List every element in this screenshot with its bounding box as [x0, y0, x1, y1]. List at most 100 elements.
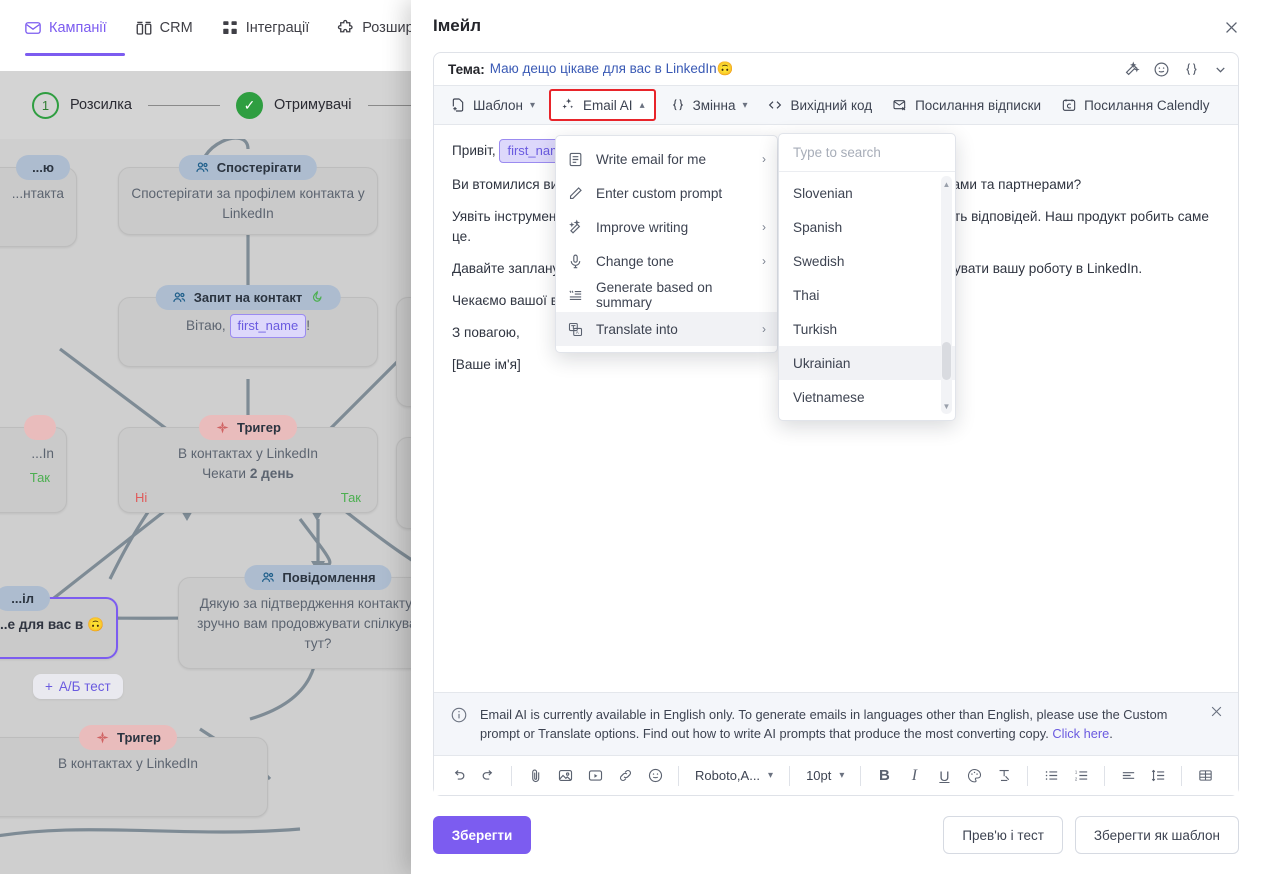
body-greeting-prefix: Привіт,	[452, 143, 496, 158]
redo-icon[interactable]	[474, 762, 502, 790]
node-chip-label-connect-request: Запит на контакт	[193, 289, 303, 305]
font-family-select[interactable]: Roboto,A... ▾	[688, 763, 780, 789]
scrollbar-thumb[interactable]	[942, 342, 951, 380]
language-item-turkish[interactable]: Turkish	[779, 312, 955, 346]
scroll-down-arrow-icon[interactable]: ▼	[941, 400, 952, 412]
menu-item-improve-writing[interactable]: Improve writing ›	[556, 210, 777, 244]
subject-input[interactable]: Маю дещо цікаве для вас в LinkedIn🙃	[490, 61, 734, 77]
nav-item-campaigns[interactable]: Кампанії	[10, 0, 121, 56]
node-chip-label: ...ю	[32, 159, 54, 175]
flow-node-partial-left-1[interactable]: ...ю ...нтакта	[0, 155, 77, 247]
variable-pill-first-name[interactable]: first_name	[229, 314, 307, 338]
flow-node-email-selected[interactable]: ...іл ...е для вас в 🙃	[0, 586, 118, 659]
preview-test-button[interactable]: Прев'ю і тест	[943, 816, 1063, 854]
nav-item-integrations[interactable]: Інтеграції	[207, 0, 324, 56]
font-size-select[interactable]: 10pt ▾	[799, 763, 851, 789]
bold-icon[interactable]: B	[870, 762, 898, 790]
menu-item-generate-based-on-summary[interactable]: Generate based on summary	[556, 278, 777, 312]
svg-text:2: 2	[1075, 776, 1078, 781]
notice-text-part2: .	[1109, 726, 1113, 741]
close-icon[interactable]	[1219, 15, 1243, 39]
underline-icon[interactable]: U	[930, 762, 958, 790]
toolbar-divider	[1027, 765, 1029, 786]
menu-item-translate-into[interactable]: A Translate into ›	[556, 312, 777, 346]
flow-node-partial-left-2[interactable]: ...In Так	[0, 415, 67, 513]
line-height-icon[interactable]	[1144, 762, 1172, 790]
close-icon[interactable]	[1209, 704, 1224, 724]
attachment-icon[interactable]	[521, 762, 549, 790]
language-item-ukrainian[interactable]: Ukrainian	[779, 346, 955, 380]
link-icon[interactable]	[611, 762, 639, 790]
branch-label-yes[interactable]: Так	[341, 488, 361, 508]
italic-icon[interactable]: I	[900, 762, 928, 790]
nav-item-crm[interactable]: CRM	[121, 0, 207, 56]
bullet-list-icon[interactable]	[1037, 762, 1065, 790]
email-modal: Імейл Тема: Маю дещо цікаве для вас в Li…	[411, 0, 1261, 874]
save-button[interactable]: Зберегти	[433, 816, 531, 854]
node-chip-connect-request: Запит на контакт	[155, 285, 341, 310]
calendly-link-button[interactable]: Посилання Calendly	[1051, 91, 1219, 119]
menu-item-write-email-for-me[interactable]: Write email for me ›	[556, 142, 777, 176]
flow-node-connect-request[interactable]: Запит на контакт Вітаю, first_name!	[118, 285, 378, 367]
envelope-icon	[24, 19, 42, 37]
unsubscribe-link-button[interactable]: Посилання відписки	[882, 91, 1051, 119]
image-icon[interactable]	[551, 762, 579, 790]
node-partial-line1: ...In	[31, 446, 54, 461]
align-icon[interactable]	[1114, 762, 1142, 790]
video-icon[interactable]	[581, 762, 609, 790]
people-icon	[260, 570, 275, 585]
language-item-vietnamese[interactable]: Vietnamese	[779, 380, 955, 414]
emoji-icon[interactable]	[641, 762, 669, 790]
table-icon[interactable]	[1191, 762, 1219, 790]
calendly-link-label: Посилання Calendly	[1084, 97, 1210, 113]
menu-item-enter-custom-prompt[interactable]: Enter custom prompt	[556, 176, 777, 210]
text-color-icon[interactable]	[960, 762, 988, 790]
ai-language-notice: Email AI is currently available in Engli…	[434, 692, 1238, 755]
magic-wand-icon	[567, 218, 584, 236]
numbered-list-icon[interactable]: 12	[1067, 762, 1095, 790]
language-item-swedish[interactable]: Swedish	[779, 244, 955, 278]
ab-test-button[interactable]: + А/Б тест	[33, 674, 123, 699]
notice-link[interactable]: Click here	[1052, 726, 1109, 741]
magic-wand-icon[interactable]	[1123, 61, 1140, 78]
undo-icon[interactable]	[444, 762, 472, 790]
step-mailing[interactable]: 1 Розсилка	[32, 91, 132, 119]
code-icon	[767, 97, 783, 113]
language-item-spanish[interactable]: Spanish	[779, 210, 955, 244]
menu-item-change-tone[interactable]: Change tone ›	[556, 244, 777, 278]
flow-node-trigger-wait[interactable]: Тригер В контактах у LinkedIn Чекати 2 д…	[118, 415, 378, 513]
language-list-scrollbar[interactable]: ▲ ▼	[941, 176, 952, 414]
branch-label-yes[interactable]: Так	[30, 468, 50, 488]
emoji-icon[interactable]	[1153, 61, 1170, 78]
translate-icon: A	[567, 321, 584, 338]
clear-format-icon[interactable]	[990, 762, 1018, 790]
info-icon	[450, 706, 468, 729]
nav-label-campaigns: Кампанії	[49, 20, 107, 36]
node-greeting-prefix: Вітаю,	[186, 318, 226, 333]
variable-label: Змінна	[692, 97, 736, 113]
email-ai-label: Email AI	[583, 97, 633, 113]
step-recipients[interactable]: ✓ Отримувачі	[235, 91, 352, 119]
scroll-up-arrow-icon[interactable]: ▲	[941, 178, 952, 190]
language-item-slovenian[interactable]: Slovenian	[779, 176, 955, 210]
save-as-template-button[interactable]: Зберегти як шаблон	[1074, 816, 1239, 854]
language-search-row[interactable]	[779, 134, 955, 172]
node-text-trigger-bottom: В контактах у LinkedIn	[58, 756, 198, 771]
node-chip-label-trigger: Тригер	[237, 419, 281, 435]
chevron-down-icon[interactable]	[1213, 62, 1228, 77]
node-chip-observe: Спостерігати	[178, 155, 318, 180]
branch-label-no[interactable]: Ні	[135, 488, 147, 508]
source-code-button[interactable]: Вихідний код	[757, 91, 882, 119]
variable-braces-icon[interactable]	[1183, 61, 1200, 78]
flow-node-trigger-bottom[interactable]: Тригер В контактах у LinkedIn	[0, 725, 268, 817]
flow-node-observe[interactable]: Спостерігати Спостерігати за профілем ко…	[118, 155, 378, 235]
document-icon	[567, 151, 584, 168]
template-button[interactable]: Шаблон ▾	[440, 91, 545, 119]
quote-icon	[567, 287, 584, 304]
format-toolbar: Roboto,A... ▾ 10pt ▾ B I U 12	[434, 755, 1238, 795]
subject-row[interactable]: Тема: Маю дещо цікаве для вас в LinkedIn…	[434, 53, 1238, 86]
email-ai-button[interactable]: Email AI ▴	[549, 89, 656, 121]
language-item-thai[interactable]: Thai	[779, 278, 955, 312]
language-search-input[interactable]	[791, 144, 943, 161]
variable-button[interactable]: Змінна ▾	[660, 91, 758, 119]
